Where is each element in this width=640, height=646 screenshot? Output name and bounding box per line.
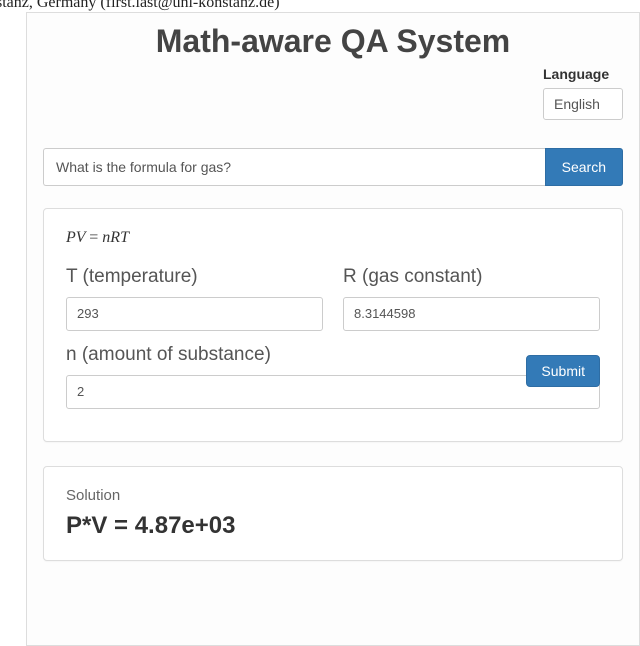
search-input[interactable]	[43, 148, 545, 186]
language-label: Language	[543, 66, 623, 82]
amount-input[interactable]	[66, 375, 600, 409]
temperature-input[interactable]	[66, 297, 323, 331]
variable-inputs: T (temperature) R (gas constant) n (amou…	[66, 265, 600, 421]
temperature-label: T (temperature)	[66, 265, 323, 289]
field-gas-constant: R (gas constant)	[343, 265, 600, 331]
solution-panel: Solution P*V = 4.87e+03	[43, 466, 623, 561]
language-selector: Language English	[543, 66, 623, 120]
gas-constant-input[interactable]	[343, 297, 600, 331]
search-button[interactable]: Search	[545, 148, 623, 186]
submit-button[interactable]: Submit	[526, 355, 600, 387]
formula-display: PV = nRT	[66, 229, 600, 247]
app-container: Math-aware QA System Language English Se…	[26, 12, 640, 646]
field-amount: n (amount of substance)	[66, 343, 600, 409]
solution-value: P*V = 4.87e+03	[66, 512, 600, 540]
language-dropdown[interactable]: English	[543, 88, 623, 120]
page-header-fragment: stanz, Germany (first.last@uni-konstanz.…	[0, 0, 280, 12]
solution-label: Solution	[66, 487, 600, 504]
search-bar: Search	[43, 148, 623, 186]
amount-label: n (amount of substance)	[66, 343, 600, 367]
gas-constant-label: R (gas constant)	[343, 265, 600, 289]
formula-panel: PV = nRT T (temperature) R (gas constant…	[43, 208, 623, 442]
formula-lhs: PV	[66, 229, 85, 246]
page-title: Math-aware QA System	[43, 23, 623, 60]
equals-sign: =	[89, 229, 102, 246]
formula-rhs: nRT	[102, 229, 129, 246]
field-temperature: T (temperature)	[66, 265, 323, 331]
